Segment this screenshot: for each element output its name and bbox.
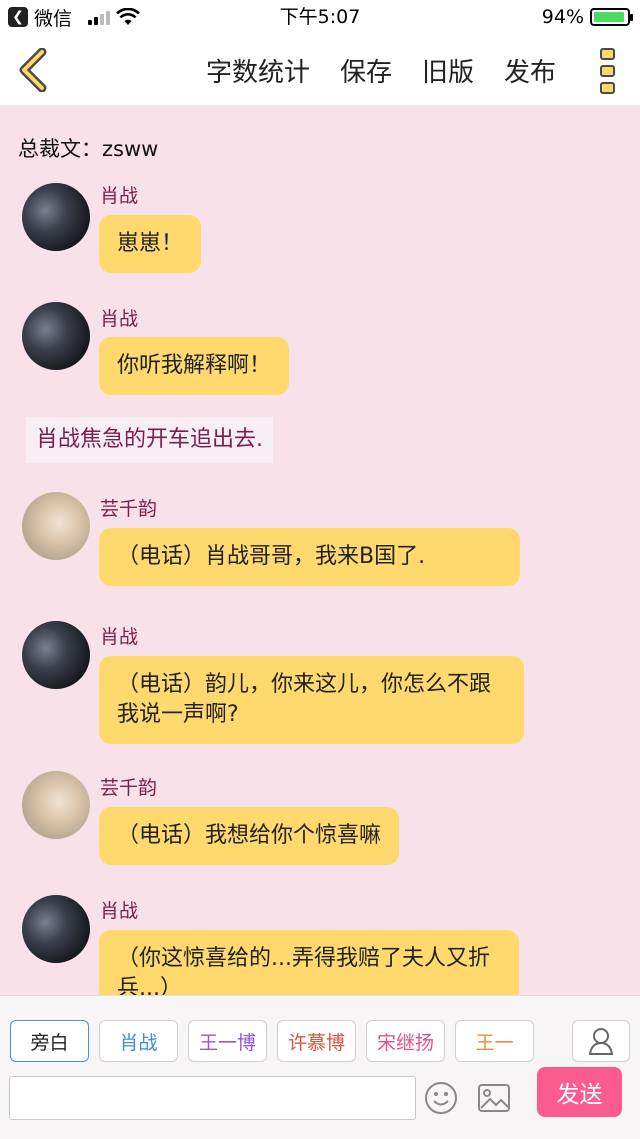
composer-bar: 旁白 肖战 王一博 许慕博 宋继扬 王一 发送 [0,995,640,1139]
avatar[interactable] [22,895,90,963]
message-bubble[interactable]: （你这惊喜给的...弄得我赔了夫人又折兵...） [99,930,519,995]
author-line: 总裁文：zsww [18,137,159,161]
role-chip-narrator[interactable]: 旁白 [10,1020,89,1062]
speaker-name: 芸千韵 [100,777,158,799]
avatar[interactable] [22,771,90,839]
speaker-name: 肖战 [100,185,139,207]
battery-percent: 94% [541,6,584,28]
status-bar: ❮ 微信 下午5:07 94% [0,0,640,34]
back-chevron-icon[interactable] [14,48,54,92]
speaker-name: 肖战 [100,900,139,922]
word-count-button[interactable]: 字数统计 [206,52,310,89]
message-input[interactable] [9,1076,416,1120]
battery-icon [590,8,633,26]
avatar[interactable] [22,302,90,370]
speaker-name: 肖战 [100,308,139,330]
speaker-name: 肖战 [100,626,139,648]
role-chip[interactable]: 许慕博 [277,1020,356,1062]
role-chip[interactable]: 宋继扬 [366,1020,445,1062]
speaker-name: 芸千韵 [100,498,158,520]
emoji-icon[interactable] [424,1081,458,1115]
message-bubble[interactable]: （电话）我想给你个惊喜嘛 [99,807,400,865]
add-role-person-icon[interactable] [572,1020,630,1062]
send-button[interactable]: 发送 [537,1067,622,1117]
message-bubble[interactable]: 崽崽！ [99,215,202,273]
avatar[interactable] [22,621,90,689]
chat-area[interactable]: 总裁文：zsww 肖战 崽崽！ 肖战 你听我解释啊！ 肖战焦急的开车追出去. 芸… [0,107,640,995]
role-chip[interactable]: 王一博 [188,1020,267,1062]
publish-button[interactable]: 发布 [504,52,556,89]
message-bubble[interactable]: 你听我解释啊！ [99,337,290,395]
message-bubble[interactable]: （电话）韵儿，你来这儿，你怎么不跟我说一声啊? [99,656,524,744]
role-chip[interactable]: 肖战 [99,1020,178,1062]
role-selector: 旁白 肖战 王一博 许慕博 宋继扬 王一 [10,1020,570,1062]
narration-text[interactable]: 肖战焦急的开车追出去. [26,417,273,463]
navbar: 字数统计 保存 旧版 发布 [0,34,640,106]
old-version-button[interactable]: 旧版 [422,52,474,89]
save-button[interactable]: 保存 [340,52,392,89]
image-icon[interactable] [477,1083,511,1113]
avatar[interactable] [22,183,90,251]
message-bubble[interactable]: （电话）肖战哥哥，我来B国了. [99,528,520,586]
avatar[interactable] [22,492,90,560]
more-menu-icon[interactable] [600,48,618,94]
role-chip[interactable]: 王一 [455,1020,534,1062]
